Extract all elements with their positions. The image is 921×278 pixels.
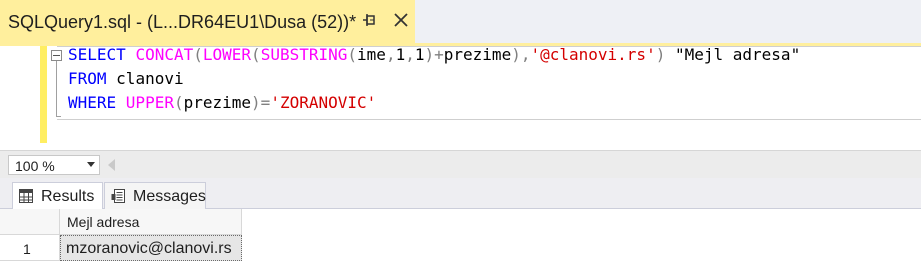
column-header-label: Mejl adresa xyxy=(67,214,140,230)
code-token: ( xyxy=(193,45,203,64)
outline-line xyxy=(56,61,57,117)
tab-messages[interactable]: Messages xyxy=(104,182,206,209)
collapse-toggle-icon[interactable] xyxy=(51,50,62,61)
code-token: CONCAT xyxy=(135,45,194,64)
change-marker xyxy=(40,46,47,143)
code-token: ( xyxy=(251,45,261,64)
outline-end xyxy=(56,116,61,117)
grid-cell[interactable]: mzoranovic@clanovi.rs xyxy=(60,235,242,261)
code-token: , xyxy=(405,45,415,64)
code-token: SELECT xyxy=(68,45,136,64)
code-line-1[interactable]: SELECT CONCAT(LOWER(SUBSTRING(ime,1,1)+p… xyxy=(68,45,800,65)
tab-results[interactable]: Results xyxy=(12,182,103,210)
row-number-label: 1 xyxy=(23,241,31,257)
code-line-2[interactable]: FROM clanovi xyxy=(68,69,184,89)
query-editor[interactable]: SELECT CONCAT(LOWER(SUBSTRING(ime,1,1)+p… xyxy=(0,45,921,150)
code-token: 'ZORANOVIC' xyxy=(270,93,377,112)
code-token: WHERE xyxy=(68,93,126,112)
code-token: UPPER xyxy=(125,93,174,112)
code-token: )+ xyxy=(424,45,444,64)
code-token: 1 xyxy=(414,45,425,64)
row-number[interactable]: 1 xyxy=(0,235,60,261)
grid-icon xyxy=(19,189,33,203)
code-token: 1 xyxy=(395,45,406,64)
code-token: "Mejl adresa" xyxy=(674,45,801,64)
code-line-3[interactable]: WHERE UPPER(prezime)='ZORANOVIC' xyxy=(68,93,376,113)
code-token: ( xyxy=(173,93,184,112)
code-token: )= xyxy=(251,93,271,112)
code-token: clanovi xyxy=(116,69,184,88)
code-token: , xyxy=(385,45,396,64)
tab-messages-label: Messages xyxy=(133,188,206,205)
code-token: '@clanovi.rs' xyxy=(530,45,656,64)
select-all-corner[interactable] xyxy=(0,209,60,235)
code-token: ime xyxy=(357,45,386,64)
code-token: ( xyxy=(347,45,358,64)
grid-cell-value: mzoranovic@clanovi.rs xyxy=(66,240,232,257)
code-token: SUBSTRING xyxy=(260,45,348,64)
pin-icon[interactable] xyxy=(361,11,379,29)
close-icon[interactable] xyxy=(390,9,412,31)
zoom-value: 100 % xyxy=(15,158,55,174)
code-token: ), xyxy=(511,45,531,64)
results-tab-strip: Results Messages xyxy=(0,178,921,210)
zoom-select[interactable]: 100 % xyxy=(8,155,100,175)
messages-icon xyxy=(111,189,125,203)
document-tab-bar: SQLQuery1.sql - (L...DR64EU1\Dusa (52))* xyxy=(0,0,921,43)
column-header[interactable]: Mejl adresa xyxy=(60,209,242,235)
code-token: prezime xyxy=(443,45,512,64)
editor-status-bar: 100 % xyxy=(0,150,921,178)
query-tab[interactable]: SQLQuery1.sql - (L...DR64EU1\Dusa (52))* xyxy=(0,0,415,43)
query-tab-title: SQLQuery1.sql - (L...DR64EU1\Dusa (52))* xyxy=(8,12,357,32)
code-token: FROM xyxy=(68,69,117,88)
chevron-down-icon[interactable] xyxy=(87,162,95,167)
code-token: LOWER xyxy=(202,45,252,64)
results-grid[interactable]: Mejl adresa 1 mzoranovic@clanovi.rs xyxy=(0,209,921,278)
code-token: prezime xyxy=(183,93,252,112)
code-token: ) xyxy=(655,45,675,64)
tab-results-label: Results xyxy=(41,188,95,205)
scroll-left-icon[interactable] xyxy=(108,159,115,171)
